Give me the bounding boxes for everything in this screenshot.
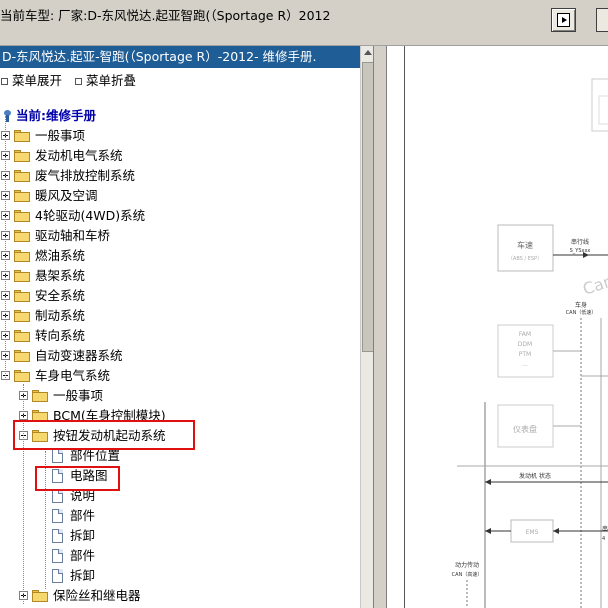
tree-connector-line bbox=[5, 116, 6, 378]
tree-item-label: 部件 bbox=[70, 508, 96, 523]
power-can-sub: CAN（高速） bbox=[452, 571, 483, 578]
engine-state-arrow-icon bbox=[485, 479, 491, 485]
tree-item-label: 暖风及空调 bbox=[35, 188, 98, 203]
ems-box-label: EMS bbox=[526, 529, 539, 536]
circuit-diagram-page: 车速 （ABS / ESP） 串行线 S_YSxxx Car 车身 CAN（低速… bbox=[386, 46, 608, 608]
folder-icon bbox=[14, 270, 31, 283]
folder-icon bbox=[14, 130, 31, 143]
tree-item-label: 部件 bbox=[70, 548, 96, 563]
highlight-box-system bbox=[13, 420, 195, 450]
tree-item-label: 驱动轴和车桥 bbox=[35, 228, 111, 243]
tree-item-label: 一般事项 bbox=[35, 128, 86, 143]
current-vehicle-text: 当前车型: 厂家:D-东风悦达.起亚智跑(（Sportage R）2012 bbox=[0, 8, 331, 23]
tree-item-label: 转向系统 bbox=[35, 328, 86, 343]
manual-tree-panel: D-东风悦达.起亚-智跑(（Sportage R）-2012- 维修手册. 菜单… bbox=[0, 46, 374, 608]
tree-item-label: 4轮驱动(4WD)系统 bbox=[35, 208, 146, 223]
top-module-box bbox=[591, 78, 608, 132]
circuit-diagram: 车速 （ABS / ESP） 串行线 S_YSxxx Car 车身 CAN（低速… bbox=[452, 78, 608, 608]
tree-item-label: 废气排放控制系统 bbox=[35, 168, 136, 183]
fam-module-line: ... bbox=[522, 361, 528, 368]
ems-left-arrow-icon bbox=[485, 528, 491, 534]
fam-module-line: DDM bbox=[518, 341, 532, 348]
fam-module-line: PTM bbox=[519, 351, 531, 358]
serial-sub: S_YSxxx bbox=[570, 248, 591, 254]
folder-icon bbox=[14, 230, 31, 243]
folder-icon bbox=[32, 390, 49, 403]
tree-item-label: 悬架系统 bbox=[35, 268, 86, 283]
document-panel: 车速 （ABS / ESP） 串行线 S_YSxxx Car 车身 CAN（低速… bbox=[374, 46, 608, 608]
document-icon bbox=[52, 529, 63, 543]
cluster-box-label: 仪表盘 bbox=[513, 424, 537, 434]
tree-item-label: 制动系统 bbox=[35, 308, 86, 323]
manual-title: D-东风悦达.起亚-智跑(（Sportage R）-2012- 维修手册. bbox=[0, 46, 360, 68]
speed-box-sub: （ABS / ESP） bbox=[508, 256, 542, 262]
document-icon bbox=[52, 509, 63, 523]
speed-box-label: 车速 bbox=[517, 240, 533, 250]
scrollbar-thumb[interactable] bbox=[362, 62, 373, 352]
tree-item-label: 发动机电气系统 bbox=[35, 148, 123, 163]
expand-icon bbox=[1, 77, 8, 85]
tree-root-label: 当前:维修手册 bbox=[16, 108, 96, 123]
collapse-menu-button[interactable]: 菜单折叠 bbox=[74, 73, 136, 88]
folder-icon bbox=[14, 310, 31, 323]
folder-icon bbox=[14, 150, 31, 163]
document-icon bbox=[52, 449, 63, 463]
top-module-inner bbox=[598, 95, 608, 125]
panel-toggle-icon bbox=[557, 13, 570, 27]
tree-scrollbar[interactable] bbox=[360, 46, 373, 608]
app-window: 当前车型: 厂家:D-东风悦达.起亚智跑(（Sportage R）2012 D-… bbox=[0, 0, 608, 608]
document-icon bbox=[52, 549, 63, 563]
expand-menu-label: 菜单展开 bbox=[12, 73, 63, 88]
fam-module-line: FAM bbox=[519, 331, 531, 338]
collapse-icon bbox=[75, 77, 82, 85]
folder-icon bbox=[14, 250, 31, 263]
folder-icon bbox=[14, 170, 31, 183]
right-clip-label-1: 串 bbox=[602, 525, 608, 533]
tree-item-label: 保险丝和继电器 bbox=[53, 588, 141, 603]
arrow-right-icon bbox=[562, 17, 567, 23]
folder-icon bbox=[32, 590, 49, 603]
folder-icon bbox=[14, 210, 31, 223]
serial-label: 串行线 bbox=[571, 238, 589, 246]
tree-item-label: 拆卸 bbox=[70, 528, 96, 543]
ems-right-arrow-icon bbox=[553, 528, 559, 534]
tree-item-label: 安全系统 bbox=[35, 288, 86, 303]
tree-item-label: 拆卸 bbox=[70, 568, 96, 583]
folder-icon bbox=[14, 290, 31, 303]
vehicle-bar: 当前车型: 厂家:D-东风悦达.起亚智跑(（Sportage R）2012 bbox=[0, 0, 608, 46]
folder-icon bbox=[14, 350, 31, 363]
tree-connector-line bbox=[23, 384, 24, 604]
toggle-panel-button[interactable] bbox=[551, 8, 576, 32]
diagram-sheet: 车速 （ABS / ESP） 串行线 S_YSxxx Car 车身 CAN（低速… bbox=[404, 46, 608, 608]
document-icon bbox=[52, 569, 63, 583]
power-can-label: 动力传动 bbox=[455, 561, 479, 569]
watermark-text: Car bbox=[580, 272, 608, 299]
tree-item-label: 自动变速器系统 bbox=[35, 348, 123, 363]
folder-icon bbox=[14, 190, 31, 203]
body-can-label: 车身 bbox=[575, 301, 587, 309]
tree-item-label: 燃油系统 bbox=[35, 248, 86, 263]
collapse-menu-label: 菜单折叠 bbox=[86, 73, 137, 88]
toolbar-button-clipped[interactable] bbox=[596, 8, 608, 32]
document-icon bbox=[52, 489, 63, 503]
folder-icon bbox=[14, 330, 31, 343]
expand-menu-button[interactable]: 菜单展开 bbox=[0, 73, 62, 88]
menu-operations: 菜单展开 菜单折叠 bbox=[0, 70, 144, 89]
engine-state-label: 发动机 状态 bbox=[519, 472, 551, 480]
right-clip-label-2: 4 bbox=[602, 536, 605, 542]
tree-item-label: 一般事项 bbox=[53, 388, 104, 403]
highlight-box-circuit bbox=[35, 466, 120, 491]
tree-item-label: 车身电气系统 bbox=[35, 368, 111, 383]
body-can-sub: CAN（低速） bbox=[566, 309, 597, 316]
pin-icon bbox=[2, 110, 13, 122]
scroll-up-icon[interactable] bbox=[361, 46, 373, 60]
folder-icon bbox=[14, 370, 31, 383]
